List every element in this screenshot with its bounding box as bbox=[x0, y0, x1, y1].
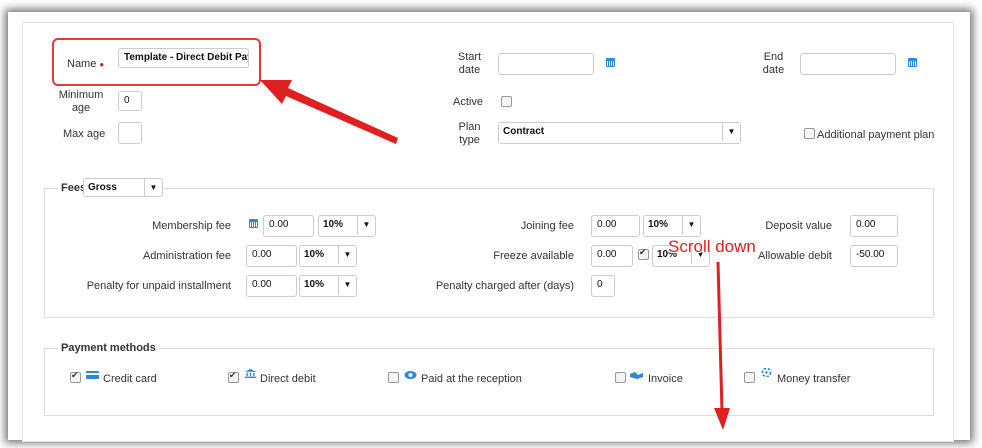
penalty-label: Penalty for unpaid installment bbox=[86, 280, 231, 292]
joining-fee-input[interactable]: 0.00 bbox=[591, 215, 640, 237]
active-label: Active bbox=[453, 96, 483, 108]
min-age-input[interactable]: 0 bbox=[118, 91, 142, 111]
administration-fee-label: Administration fee bbox=[142, 250, 231, 262]
money-transfer-label: Money transfer bbox=[777, 373, 851, 385]
credit-card-label: Credit card bbox=[103, 373, 157, 385]
freeze-label: Freeze available bbox=[493, 250, 574, 262]
freeze-input[interactable]: 0.00 bbox=[591, 245, 633, 267]
start-date-calendar-icon[interactable] bbox=[606, 58, 615, 67]
chevron-down-icon: ▼ bbox=[722, 123, 740, 141]
membership-fee-calendar-icon[interactable] bbox=[249, 219, 258, 228]
direct-debit-label: Direct debit bbox=[260, 373, 316, 385]
max-age-input[interactable] bbox=[118, 122, 142, 144]
start-date-input[interactable] bbox=[498, 53, 594, 75]
chevron-down-icon: ▼ bbox=[144, 179, 162, 197]
joining-fee-label: Joining fee bbox=[520, 220, 574, 232]
chevron-down-icon: ▼ bbox=[682, 216, 700, 234]
name-input[interactable]: Template - Direct Debit Paym bbox=[118, 48, 249, 68]
plan-type-select[interactable]: Contract ▼ bbox=[498, 122, 741, 144]
paid-reception-checkbox[interactable] bbox=[388, 372, 399, 383]
administration-fee-input[interactable]: 0.00 bbox=[246, 245, 297, 267]
end-date-label: End date bbox=[762, 51, 785, 76]
required-marker: ● bbox=[99, 60, 105, 69]
joining-vat-select[interactable]: 10% ▼ bbox=[643, 215, 701, 237]
administration-vat-select[interactable]: 10% ▼ bbox=[299, 245, 357, 267]
name-label: Name ● bbox=[67, 58, 105, 70]
payment-methods-legend: Payment methods bbox=[58, 342, 159, 354]
penalty-input[interactable]: 0.00 bbox=[246, 275, 297, 297]
allowable-debit-input[interactable]: -50.00 bbox=[850, 245, 898, 267]
handshake-icon bbox=[630, 372, 643, 379]
membership-fee-input[interactable]: 0.00 bbox=[263, 215, 314, 237]
invoice-checkbox[interactable] bbox=[615, 372, 626, 383]
allowable-debit-label: Allowable debit bbox=[758, 250, 832, 262]
invoice-label: Invoice bbox=[648, 373, 683, 385]
fees-type-select[interactable]: Gross ▼ bbox=[83, 178, 163, 197]
max-age-label: Max age bbox=[63, 128, 106, 140]
chevron-down-icon: ▼ bbox=[338, 276, 356, 294]
freeze-checkbox[interactable] bbox=[638, 247, 649, 260]
active-checkbox[interactable] bbox=[501, 96, 512, 107]
membership-vat-select[interactable]: 10% ▼ bbox=[318, 215, 376, 237]
penalty-after-input[interactable]: 0 bbox=[591, 275, 615, 297]
chevron-down-icon: ▼ bbox=[338, 246, 356, 264]
credit-card-icon bbox=[86, 371, 99, 379]
min-age-label: Minimum age bbox=[58, 89, 104, 114]
additional-plan-label: Additional payment plan bbox=[817, 129, 935, 141]
deposit-label: Deposit value bbox=[765, 220, 832, 232]
transfer-icon bbox=[761, 368, 772, 377]
plan-type-label: Plan type bbox=[458, 121, 481, 146]
deposit-input[interactable]: 0.00 bbox=[850, 215, 898, 237]
chevron-down-icon: ▼ bbox=[357, 216, 375, 234]
money-icon bbox=[404, 371, 417, 379]
end-date-input[interactable] bbox=[800, 53, 896, 75]
scroll-down-annotation: Scroll down bbox=[668, 237, 756, 256]
money-transfer-checkbox[interactable] bbox=[744, 372, 755, 383]
direct-debit-checkbox[interactable] bbox=[228, 370, 239, 383]
bank-icon bbox=[244, 369, 257, 378]
penalty-vat-select[interactable]: 10% ▼ bbox=[299, 275, 357, 297]
credit-card-checkbox[interactable] bbox=[70, 370, 81, 383]
additional-plan-checkbox[interactable] bbox=[804, 128, 815, 139]
start-date-label: Start date bbox=[457, 51, 482, 76]
membership-fee-label: Membership fee bbox=[152, 220, 231, 232]
paid-reception-label: Paid at the reception bbox=[421, 373, 522, 385]
penalty-after-label: Penalty charged after (days) bbox=[435, 280, 574, 292]
end-date-calendar-icon[interactable] bbox=[908, 58, 917, 67]
